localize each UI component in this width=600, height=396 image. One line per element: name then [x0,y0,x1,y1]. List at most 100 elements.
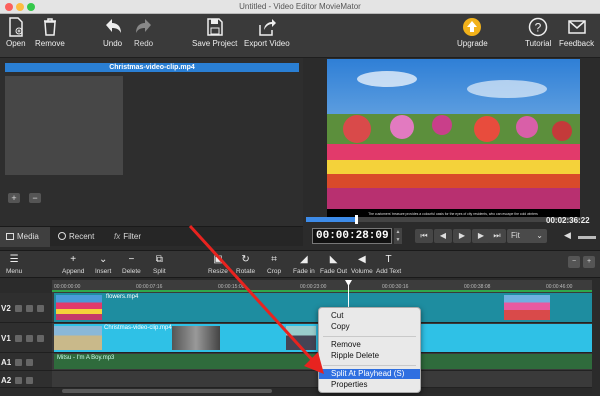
zoom-out-button[interactable]: − [568,256,580,268]
mute-icon[interactable] [15,377,22,384]
track-label: A2 [1,376,12,385]
save-project-button[interactable]: Save Project [192,17,237,48]
undo-button[interactable]: Undo [103,17,122,48]
export-video-button[interactable]: Export Video [244,17,290,48]
append-button[interactable]: + Append [62,253,84,275]
add-media-button[interactable]: + [8,193,20,203]
tab-filter[interactable]: fx Filter [108,227,158,247]
feedback-button[interactable]: Feedback [559,17,594,48]
zoom-out-icon: − [571,258,577,265]
timeline-menu-button[interactable]: ☰ Menu [6,253,22,275]
open-label: Open [6,39,26,48]
minimize-window-button[interactable] [16,3,24,11]
menu-item-properties[interactable]: Properties [319,380,420,390]
remove-button[interactable]: Remove [35,17,65,48]
split-button[interactable]: ⧉ Split [153,253,166,275]
lock-icon[interactable] [26,377,33,384]
clip-name: Christmas-video-clip.mp4 [104,325,172,331]
track-header-v1[interactable]: V1 [0,323,52,353]
mute-icon[interactable] [15,305,22,312]
upgrade-arrow-icon [463,18,482,36]
selected-media-clip[interactable]: Christmas-video-clip.mp4 [5,63,299,72]
play-button[interactable]: ▶ [453,229,471,243]
step-back-icon: ◀ [439,231,447,240]
volume-button[interactable]: ◀ Volume [351,253,373,275]
timecode-field[interactable]: 00:00:28:09 [312,228,392,244]
eye-icon[interactable] [26,335,33,342]
step-back-button[interactable]: ◀ [434,229,452,243]
video-preview[interactable]: The customers' treasure provides a colou… [327,59,580,217]
ruler-tick: 00:00:23:00 [300,284,327,290]
window-title: Untitled - Video Editor MovieMator [239,2,361,11]
track-label: V1 [1,334,11,343]
zoom-in-button[interactable]: + [583,256,595,268]
open-button[interactable]: Open [6,17,26,48]
media-thumbnail[interactable] [5,76,123,175]
menu-item-cut[interactable]: Cut [319,311,420,321]
main-toolbar: Open Remove Undo Redo Save Project Expor… [0,14,600,58]
flower-garden-frame: The customers' treasure provides a colou… [327,59,580,217]
chevron-down-icon: ⌄ [98,254,108,265]
media-panel: Christmas-video-clip.mp4 [0,58,303,226]
lock-icon[interactable] [26,359,33,366]
timecode-stepper[interactable]: ▲ ▼ [394,228,402,244]
track-header-v2[interactable]: V2 [0,293,52,323]
timeline-ruler[interactable]: 00:00:00:00 00:00:07:16 00:00:15:08 00:0… [52,280,592,292]
timeline-toolbar: ☰ Menu + Append ⌄ Insert − Delete ⧉ Split ▣ Re… [0,250,600,278]
menu-item-split-at-playhead[interactable]: Split At Playhead (S) [319,369,420,379]
scrollbar-thumb[interactable] [62,389,272,393]
upgrade-button[interactable]: Upgrade [457,17,488,48]
zoom-fit-select[interactable]: Fit ⌄ [507,229,547,243]
tab-filter-label: Filter [123,232,142,241]
volume-slider[interactable] [578,236,596,239]
menu-item-copy[interactable]: Copy [319,322,420,332]
clip-name: Mitsu - I'm A Boy.mp3 [57,355,115,361]
fit-value: Fit [511,231,520,240]
tutorial-button[interactable]: ? Tutorial [525,17,551,48]
fade-out-button[interactable]: ◣ Fade Out [320,253,347,275]
lock-icon[interactable] [37,305,44,312]
fade-in-button[interactable]: ◢ Fade in [293,253,315,275]
rotate-button[interactable]: ↻ Rotate [236,253,255,275]
crop-button[interactable]: ⌗ Crop [267,253,281,275]
skip-to-end-button[interactable]: ⏭ [488,229,506,243]
add-text-button[interactable]: T Add Text [376,253,401,275]
mute-icon[interactable] [15,335,22,342]
remove-label: Remove [35,39,65,48]
redo-button[interactable]: Redo [134,17,153,48]
eye-icon[interactable] [26,305,33,312]
save-icon [206,18,223,36]
undo-label: Undo [103,39,123,48]
menu-item-remove[interactable]: Remove [319,340,420,350]
remove-media-button[interactable]: − [29,193,41,203]
zoom-window-button[interactable] [27,3,35,11]
lock-icon[interactable] [37,335,44,342]
window-titlebar: Untitled - Video Editor MovieMator [0,0,600,14]
tab-media[interactable]: Media [0,227,50,247]
resize-button[interactable]: ▣ Resize [208,253,228,275]
track-header-a1[interactable]: A1 [0,353,52,371]
close-window-button[interactable] [5,3,13,11]
volume-icon[interactable]: ◀ [564,230,571,241]
mail-icon [567,20,586,34]
trash-icon [43,18,56,36]
export-video-label: Export Video [244,39,290,48]
ruler-tick: 00:00:30:16 [382,284,409,290]
track-header-a2[interactable]: A2 [0,371,52,388]
skip-to-start-button[interactable]: ⏮ [415,229,433,243]
tab-media-label: Media [17,232,39,241]
insert-button[interactable]: ⌄ Insert [95,253,111,275]
track-label: V2 [1,304,11,313]
clip-thumbnail [286,326,316,350]
menu-separator [323,365,416,366]
delete-button[interactable]: − Delete [122,253,141,275]
svg-text:?: ? [535,21,542,35]
scrubber-handle[interactable] [354,215,358,224]
menu-item-ripple-delete[interactable]: Ripple Delete [319,351,420,361]
mute-icon[interactable] [15,359,22,366]
tab-recent[interactable]: Recent [52,227,106,247]
menu-label: Menu [6,268,23,275]
undo-icon [105,19,121,33]
context-menu: Cut Copy Remove Ripple Delete Split At P… [318,307,421,393]
preview-scrubber[interactable] [306,215,582,224]
